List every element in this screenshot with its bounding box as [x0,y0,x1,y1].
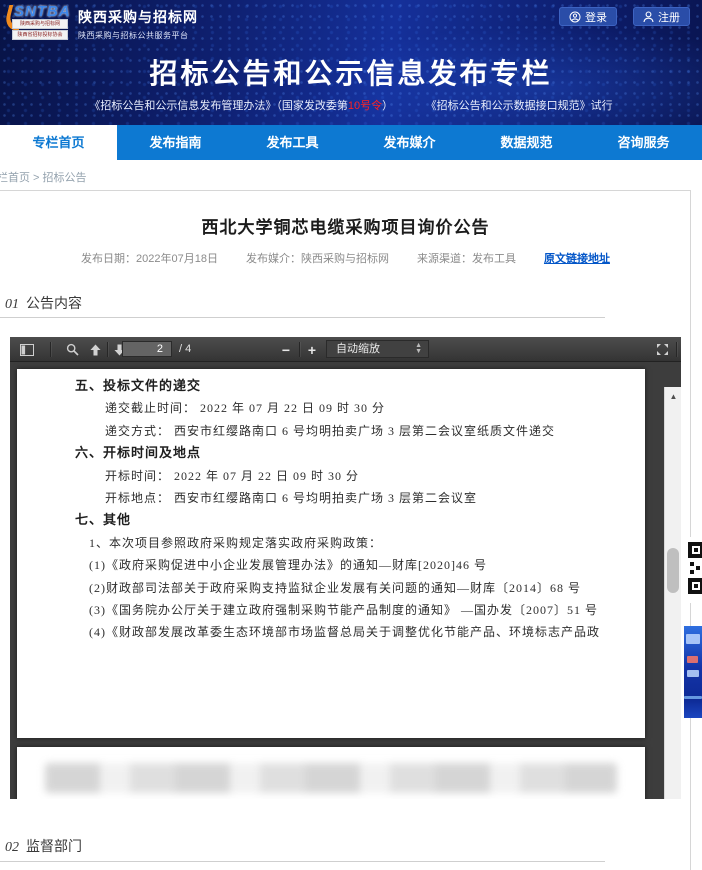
banner-notices: 《招标公告和公示信息发布管理办法》（国家发改委第10号令） 《招标公告和公示数据接… [0,97,702,113]
notice-red-number: 10号令 [348,100,382,112]
breadcrumb[interactable]: 专栏首页 > 招标公告 [0,169,87,185]
header-banner: SNTBA 陕西采购与招标网 陕西省招标投标协会 陕西采购与招标网 陕西采购与招… [0,0,702,125]
site-logo[interactable]: SNTBA 陕西采购与招标网 陕西省招标投标协会 陕西采购与招标网 陕西采购与招… [6,3,198,41]
pdf-text-line: (1)《政府采购促进中小企业发展管理办法》的通知—财库[2020]46 号 [75,554,631,576]
pdf-text-line: 开标时间： 2022 年 07 月 22 日 09 时 30 分 [75,465,631,487]
floating-banner[interactable] [684,626,702,718]
pdf-text-line: (2)财政部司法部关于政府采购支持监狱企业发展有关问题的通知—财库〔2014〕6… [75,577,631,599]
article-meta: 发布日期：2022年07月18日 发布媒介：陕西采购与招标网 来源渠道：发布工具… [0,250,691,266]
user-icon [643,11,654,23]
logo-mark: SNTBA 陕西采购与招标网 陕西省招标投标协会 [6,3,70,39]
login-label: 登录 [585,9,607,25]
meta-publish-date: 发布日期：2022年07月18日 [81,250,218,266]
pdf-text-line: (4)《财政部发展改革委生态环境部市场监督总局关于调整优化节能产品、环境标志产品… [75,621,631,643]
login-button[interactable]: 登录 [559,7,617,26]
logo-box-1: 陕西采购与招标网 [12,19,68,29]
pdf-page-2: 五、投标文件的递交递交截止时间： 2022 年 07 月 22 日 09 时 3… [17,369,645,738]
site-subtitle: 陕西采购与招标公共服务平台 [78,30,198,41]
pdf-text-line: 开标地点： 西安市红缨路南口 6 号均明拍卖广场 3 层第二会议室 [75,487,631,509]
scrollbar-thumb[interactable] [667,548,679,593]
pdf-text-line: 1、本次项目参照政府采购规定落实政府采购政策： [75,532,631,554]
pdf-page-3 [17,747,645,799]
section-heading-supervision: 02监督部门 [5,836,82,856]
pdf-page-2-text: 五、投标文件的递交递交截止时间： 2022 年 07 月 22 日 09 时 3… [75,375,631,644]
section-divider [0,317,605,318]
pdf-text-line: (3)《国务院办公厅关于建立政府强制采购节能产品制度的通知》 —国办发〔2007… [75,599,631,621]
pdf-text-line: 七、其他 [75,509,631,531]
pdf-text-line: 六、开标时间及地点 [75,442,631,464]
qr-code-icon [683,537,702,603]
notice-right[interactable]: 《招标公告和公示数据接口规范》试行 [431,100,613,112]
page-title: 西北大学铜芯电缆采购项目询价公告 [0,213,691,238]
site-title: 陕西采购与招标网 [78,7,198,27]
user-circle-icon [569,11,581,23]
pdf-text-line: 递交截止时间： 2022 年 07 月 22 日 09 时 30 分 [75,397,631,419]
register-button[interactable]: 注册 [633,7,690,26]
nav-tab[interactable]: 咨询服务 [585,125,702,160]
zoom-in-button[interactable]: + [304,337,320,362]
breadcrumb-bar: 专栏首页 > 招标公告 [0,160,702,190]
nav-tab[interactable]: 发布媒介 [351,125,468,160]
zoom-out-button[interactable]: − [278,337,294,362]
pdf-text-line: 五、投标文件的递交 [75,375,631,397]
nav-tab[interactable]: 专栏首页 [0,125,117,160]
zoom-select[interactable]: 自动缩放 ▲▼ [326,340,429,358]
register-label: 注册 [658,9,680,25]
select-arrows-icon: ▲▼ [415,343,422,355]
main-nav: 专栏首页发布指南发布工具发布媒介数据规范咨询服务 [0,125,702,160]
pdf-text-line: 递交方式： 西安市红缨路南口 6 号均明拍卖广场 3 层第二会议室纸质文件递交 [75,420,631,442]
nav-tab[interactable]: 发布指南 [117,125,234,160]
origin-link[interactable]: 原文链接地址 [544,250,610,266]
pdf-toolbar: / 4 − + 自动缩放 ▲▼ [10,337,681,362]
section-heading-announcement: 01公告内容 [5,293,82,313]
pdf-page-3-blurred-content [45,763,617,793]
sidebar-toggle-button[interactable] [16,337,38,362]
fullscreen-button[interactable] [652,337,672,362]
notice-left[interactable]: 《招标公告和公示信息发布管理办法》（国家发改委第10号令） [89,100,393,112]
pdf-viewer: / 4 − + 自动缩放 ▲▼ 五、投标文件的递交递交截止时间： 2022 年 … [10,337,681,799]
previous-page-button[interactable] [86,337,104,362]
search-button[interactable] [62,337,82,362]
nav-tab[interactable]: 数据规范 [468,125,585,160]
logo-letters: SNTBA [14,3,71,20]
page-total: / 4 [179,343,191,355]
banner-title: 招标公告和公示信息发布专栏 [0,52,702,92]
meta-media: 发布媒介：陕西采购与招标网 [246,250,389,266]
page: SNTBA 陕西采购与招标网 陕西省招标投标协会 陕西采购与招标网 陕西采购与招… [0,0,702,870]
qr-code-widget[interactable] [683,537,702,607]
pdf-scrollbar[interactable]: ▲ ▼ [664,387,681,799]
section-divider [0,861,605,862]
page-number-input[interactable] [122,341,172,357]
scroll-up-arrow[interactable]: ▲ [665,392,681,401]
nav-tab[interactable]: 发布工具 [234,125,351,160]
meta-source: 来源渠道：发布工具 [417,250,516,266]
logo-box-2: 陕西省招标投标协会 [12,30,68,40]
pdf-canvas-area: 五、投标文件的递交递交截止时间： 2022 年 07 月 22 日 09 时 3… [10,362,681,799]
